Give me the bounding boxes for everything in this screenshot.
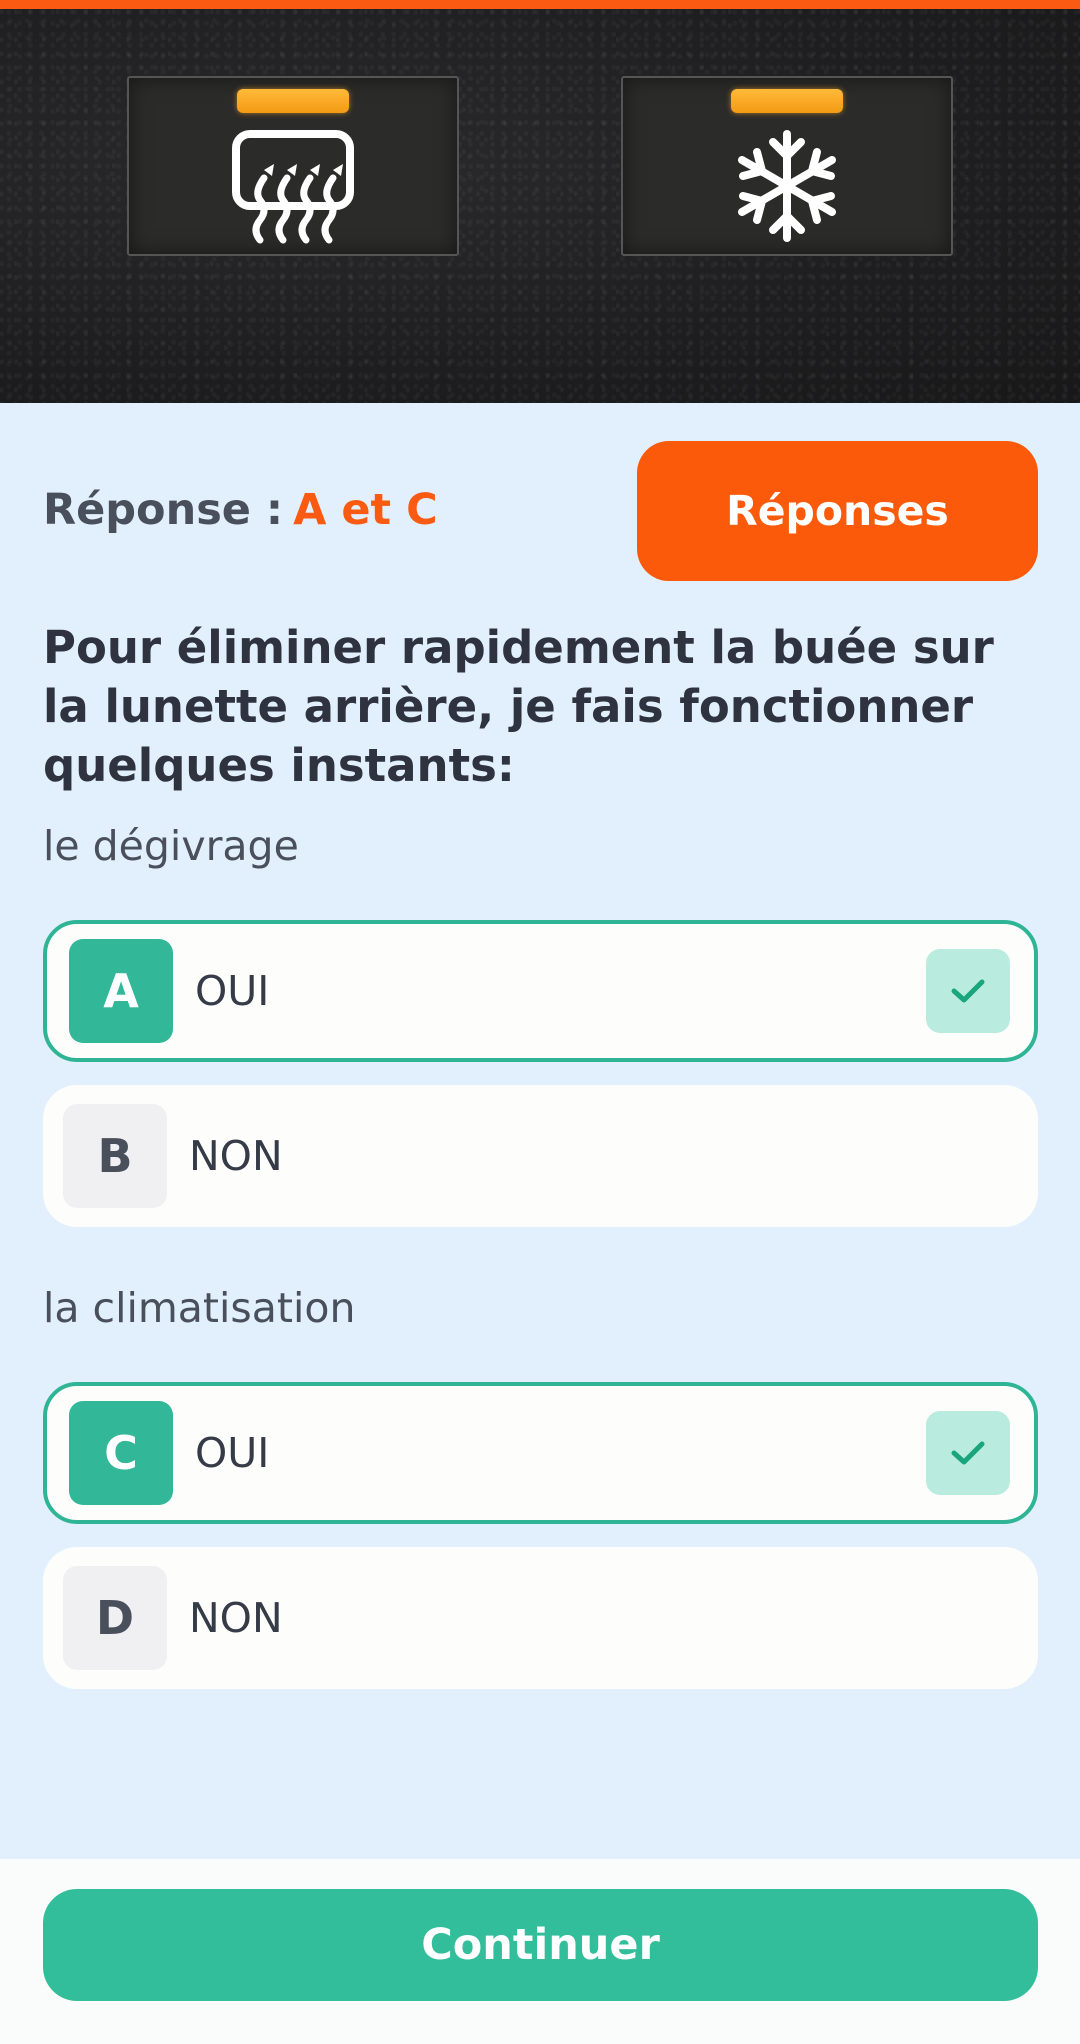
- option-letter: B: [63, 1104, 167, 1208]
- question-text: Pour éliminer rapidement la buée sur la …: [43, 621, 994, 792]
- answer-summary: Réponse : A et C: [43, 480, 438, 540]
- air-conditioning-switch: [621, 76, 953, 256]
- snowflake-icon: [738, 130, 836, 242]
- option-d[interactable]: D NON: [43, 1547, 1038, 1689]
- indicator-light: [237, 89, 349, 113]
- question-image: [0, 9, 1080, 403]
- option-b[interactable]: B NON: [43, 1085, 1038, 1227]
- top-accent-bar: [0, 0, 1080, 9]
- option-text: NON: [189, 1594, 283, 1642]
- option-c[interactable]: C OUI: [43, 1382, 1038, 1524]
- indicator-light: [731, 89, 843, 113]
- option-letter: D: [63, 1566, 167, 1670]
- check-icon: [926, 1411, 1010, 1495]
- rear-defrost-icon: [232, 130, 354, 244]
- option-a[interactable]: A OUI: [43, 920, 1038, 1062]
- group-label-climatisation: la climatisation: [43, 1284, 356, 1332]
- answer-label: Réponse :: [43, 485, 284, 535]
- group-label-degivrage: le dégivrage: [43, 822, 299, 870]
- continue-button[interactable]: Continuer: [43, 1889, 1038, 2001]
- option-text: NON: [189, 1132, 283, 1180]
- option-letter: C: [69, 1401, 173, 1505]
- answer-value: A et C: [293, 485, 438, 535]
- check-icon: [926, 949, 1010, 1033]
- option-text: OUI: [195, 1429, 270, 1477]
- option-letter: A: [69, 939, 173, 1043]
- reponses-button[interactable]: Réponses: [637, 441, 1038, 581]
- option-text: OUI: [195, 967, 270, 1015]
- rear-defrost-switch: [127, 76, 459, 256]
